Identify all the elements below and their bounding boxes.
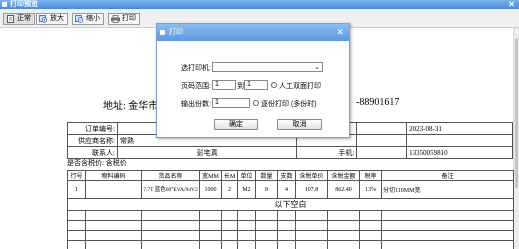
- dialog-titlebar: 打印 ✕: [157, 24, 349, 41]
- contact-value: 彭宅真: [116, 146, 298, 159]
- printer-select[interactable]: ⌄: [212, 62, 323, 72]
- items-header-row: 行号 物料编码 货品名称 宽MM 长M 单位 数量 支数 含税单价 含税金额 税…: [67, 170, 514, 181]
- dialog-title: 打印: [169, 29, 183, 36]
- contact-label: 联系人:: [67, 146, 118, 159]
- window-titlebar: 打印预览 ✕: [0, 0, 519, 9]
- window-title: 打印预览: [10, 1, 38, 8]
- printer-label: 选打印机:: [181, 65, 211, 72]
- printer-icon: [111, 15, 120, 23]
- collate-radio[interactable]: [253, 100, 259, 106]
- item-name: 7.7T 蓝色60°EVA/94V2: [141, 180, 200, 199]
- duplex-radio[interactable]: [271, 82, 277, 88]
- tax-remark: 是否含税价: 含税价: [67, 159, 127, 167]
- zoom-in-label: 放大: [50, 15, 64, 22]
- copies-label: 输出份数:: [181, 101, 211, 108]
- normal-view-button[interactable]: 正常: [3, 13, 35, 25]
- zoom-in-button[interactable]: 放大: [36, 13, 68, 25]
- table-row: [67, 220, 514, 231]
- app-icon: [2, 2, 7, 7]
- supplier-label: 供应商名称:: [67, 134, 118, 147]
- col-header: 物料编码: [85, 170, 142, 181]
- page-from-input[interactable]: 1: [212, 80, 236, 90]
- dialog-icon: [160, 30, 165, 35]
- items-table: 行号 物料编码 货品名称 宽MM 长M 单位 数量 支数 含税单价 含税金额 税…: [67, 170, 514, 249]
- cancel-button[interactable]: 取消: [277, 119, 322, 130]
- zoom-out-icon: [75, 15, 84, 23]
- duplex-label: 人工双面打印: [279, 83, 321, 90]
- page-to-label: 到: [237, 83, 244, 90]
- col-header: 备注: [381, 170, 514, 181]
- item-note: 分切110MM宽: [381, 180, 514, 199]
- item-amount: 862.40: [327, 180, 360, 199]
- table-row: [67, 210, 514, 221]
- col-header: 单位: [237, 170, 256, 181]
- company-address: 地址: 金华市: [103, 101, 159, 112]
- window-close-button[interactable]: ✕: [507, 0, 516, 9]
- order-no-label: 订单编号:: [67, 122, 118, 135]
- collate-label: 逐份打印 (多份时): [261, 101, 317, 108]
- copies-input[interactable]: 1: [212, 98, 250, 108]
- col-header: 货品名称: [141, 170, 200, 181]
- scrollbar-thumb[interactable]: [515, 38, 518, 188]
- mobile-label: 手机:: [296, 146, 358, 159]
- normal-view-label: 正常: [17, 15, 31, 22]
- empty-note: 以下空白: [67, 198, 514, 211]
- chevron-down-icon: ⌄: [314, 64, 320, 71]
- empty-note-row: 以下空白: [67, 198, 514, 211]
- col-header: 长M: [221, 170, 238, 181]
- page-icon: [7, 15, 14, 23]
- order-date: 2023-08-31: [406, 122, 513, 135]
- zoom-out-label: 缩小: [86, 15, 100, 22]
- table-row: [67, 240, 514, 249]
- item-line: 1: [67, 180, 86, 199]
- item-qty: 8: [255, 180, 278, 199]
- table-row: [67, 230, 514, 241]
- item-width: 1000: [199, 180, 222, 199]
- col-header: 支数: [277, 170, 296, 181]
- item-unit: M2: [237, 180, 256, 199]
- dialog-close-button[interactable]: ✕: [336, 24, 344, 41]
- col-header: 行号: [67, 170, 86, 181]
- col-header: 含税单价: [295, 170, 328, 181]
- item-tax: 13%: [359, 180, 382, 199]
- col-header: 数量: [255, 170, 278, 181]
- page-to-input[interactable]: 1: [244, 80, 268, 90]
- mobile-value: 13350059810: [406, 146, 513, 159]
- print-button[interactable]: 打印: [108, 13, 140, 25]
- company-phone: -88901617: [356, 97, 400, 108]
- print-label: 打印: [122, 15, 136, 22]
- item-code: [85, 180, 142, 199]
- item-pieces: 4: [277, 180, 296, 199]
- zoom-out-button[interactable]: 缩小: [72, 13, 104, 25]
- col-header: 宽MM: [199, 170, 222, 181]
- ok-button[interactable]: 确定: [214, 119, 258, 130]
- col-header: 税率: [359, 170, 382, 181]
- col-header: 含税金额: [327, 170, 360, 181]
- page-range-label: 页码范围:: [181, 83, 211, 90]
- item-price: 107.8: [295, 180, 328, 199]
- print-dialog: 打印 ✕ 选打印机: ⌄ 页码范围: 1 到 1 人工双面打印 输出份数: 1 …: [156, 23, 350, 138]
- zoom-in-icon: [39, 15, 48, 23]
- table-row: 1 7.7T 蓝色60°EVA/94V2 1000 2 M2 8 4 107.8…: [67, 180, 514, 199]
- item-length: 2: [221, 180, 238, 199]
